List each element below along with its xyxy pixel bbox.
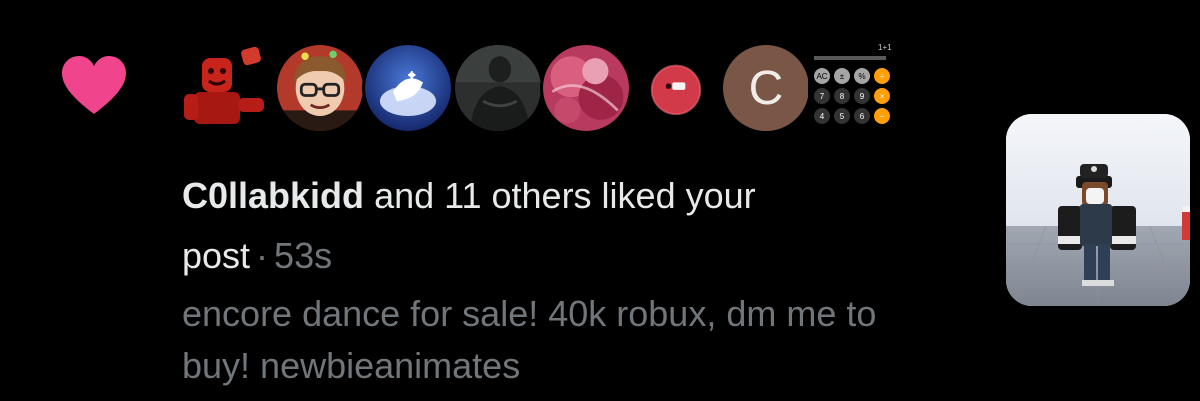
letter-avatar-text: C: [748, 61, 784, 115]
pink-abstract-avatar[interactable]: [540, 42, 632, 134]
red-character-avatar[interactable]: [180, 42, 272, 134]
svg-text:8: 8: [840, 92, 845, 101]
svg-text:%: %: [858, 72, 865, 81]
svg-text:−: −: [880, 112, 885, 121]
svg-text:1+1: 1+1: [878, 43, 892, 52]
svg-text:9: 9: [860, 92, 865, 101]
svg-text:AC: AC: [816, 72, 827, 81]
svg-text:±: ±: [840, 72, 845, 81]
like-notification[interactable]: C 1+1 AC ± % ÷ 7 8 9 × 4 5 6 − C0llabkid…: [0, 0, 1200, 401]
dark-figure-avatar[interactable]: [452, 42, 544, 134]
liker-suffix: and 11 others liked your: [374, 175, 756, 216]
red-blob-avatar[interactable]: [630, 42, 722, 134]
letter-avatar[interactable]: C: [720, 42, 812, 134]
roblox-character-thumbnail[interactable]: [1006, 114, 1190, 306]
separator: ·: [256, 235, 269, 276]
liker-name[interactable]: C0llabkidd: [182, 175, 364, 216]
svg-text:÷: ÷: [880, 72, 885, 81]
notification-headline: C0llabkidd and 11 others liked your post…: [182, 166, 942, 286]
svg-text:4: 4: [820, 112, 825, 121]
timestamp: 53s: [274, 235, 333, 276]
liked-object: post: [182, 235, 251, 276]
calculator-avatar[interactable]: 1+1 AC ± % ÷ 7 8 9 × 4 5 6 −: [808, 36, 892, 132]
svg-text:×: ×: [880, 92, 885, 101]
svg-text:6: 6: [860, 112, 865, 121]
blue-bird-avatar[interactable]: [362, 42, 454, 134]
cartoon-glasses-avatar[interactable]: [274, 42, 366, 134]
heart-icon: [62, 56, 126, 116]
svg-text:7: 7: [820, 92, 825, 101]
post-preview[interactable]: encore dance for sale! 40k robux, dm me …: [182, 288, 942, 392]
svg-text:5: 5: [840, 112, 845, 121]
liker-avatars: C 1+1 AC ± % ÷ 7 8 9 × 4 5 6 −: [180, 36, 900, 136]
